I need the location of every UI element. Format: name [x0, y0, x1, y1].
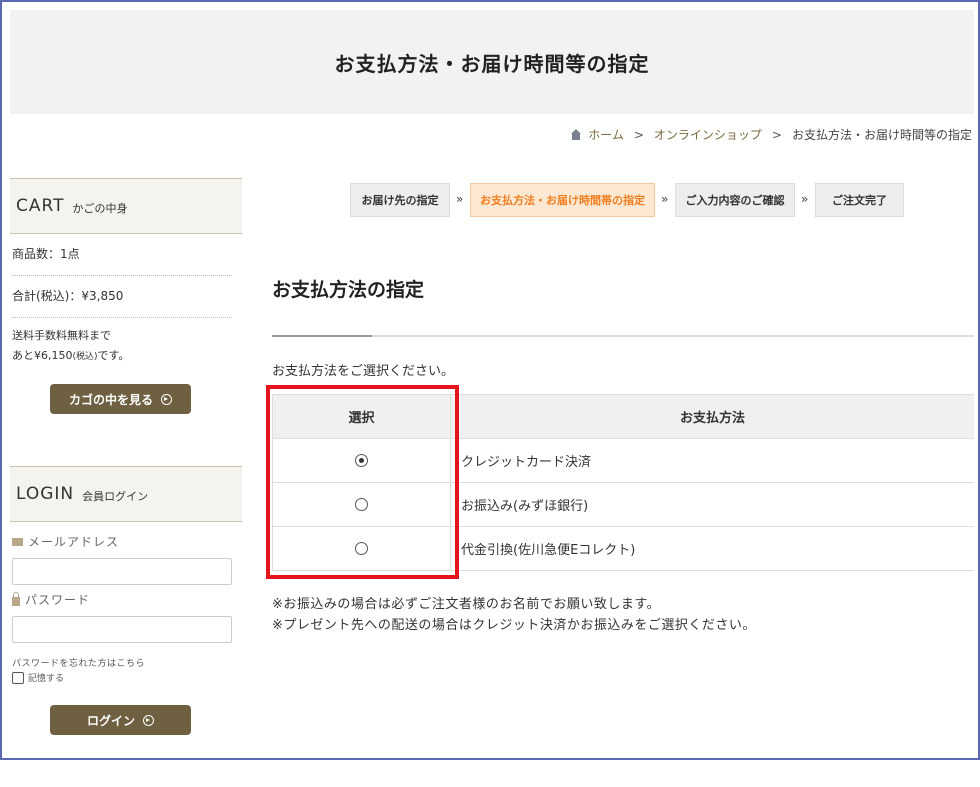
- view-cart-label: カゴの中を見る: [68, 392, 153, 407]
- free-shipping-line1: 送料手数料無料まで: [12, 329, 111, 342]
- table-row[interactable]: お振込み(みずほ銀行): [272, 482, 974, 527]
- divider: [12, 317, 232, 318]
- login-header: LOGIN 会員ログイン: [10, 466, 242, 522]
- envelope-icon: [12, 537, 23, 546]
- password-label: パスワード: [12, 591, 90, 608]
- step-separator: »: [801, 192, 809, 206]
- email-label: メールアドレス: [12, 533, 119, 550]
- step-separator: »: [661, 192, 669, 206]
- email-field[interactable]: [12, 558, 232, 585]
- breadcrumb: ホーム > オンラインショップ > お支払方法・お届け時間等の指定: [570, 126, 972, 143]
- payment-method-table: 選択 お支払方法 クレジットカード決済 お振込み(みずほ銀行) 代金引換(佐川急…: [272, 394, 974, 571]
- cart-total: 合計(税込)：¥3,850: [12, 289, 124, 303]
- select-cell: [272, 482, 451, 527]
- step-confirm: ご入力内容のご確認: [675, 183, 795, 217]
- page-title: お支払方法・お届け時間等の指定: [334, 51, 650, 76]
- header-method: お支払方法: [450, 394, 974, 439]
- password-field[interactable]: [12, 616, 232, 643]
- step-complete: ご注文完了: [815, 183, 904, 217]
- table-row[interactable]: クレジットカード決済: [272, 438, 974, 483]
- select-cell: [272, 438, 451, 483]
- step-separator: »: [456, 192, 464, 206]
- method-label: お振込み(みずほ銀行): [450, 482, 974, 527]
- method-label: クレジットカード決済: [450, 438, 974, 483]
- cart-heading: CART: [16, 196, 65, 216]
- header-select: 選択: [272, 394, 451, 439]
- step-payment-method: お支払方法・お届け時間帯の指定: [470, 183, 655, 217]
- arrow-circle-right-icon: [161, 393, 172, 405]
- breadcrumb-separator: >: [771, 127, 782, 142]
- cart-count: 商品数：1点: [12, 247, 80, 261]
- breadcrumb-separator: >: [633, 127, 644, 142]
- title-band: お支払方法・お届け時間等の指定: [10, 10, 974, 114]
- cart-header: CART かごの中身: [10, 178, 242, 234]
- divider: [12, 275, 232, 276]
- select-cell: [272, 526, 451, 571]
- arrow-circle-right-icon: [143, 714, 154, 726]
- breadcrumb-current: お支払方法・お届け時間等の指定: [791, 128, 972, 142]
- section-title: お支払方法の指定: [272, 279, 425, 301]
- remember-checkbox[interactable]: [12, 671, 24, 684]
- login-button-label: ログイン: [86, 713, 135, 728]
- view-cart-button[interactable]: カゴの中を見る: [50, 384, 191, 414]
- table-row[interactable]: 代金引換(佐川急便Eコレクト): [272, 526, 974, 571]
- note-bank-transfer: ※お振込みの場合は必ずご注文者様のお名前でお願い致します。: [272, 597, 661, 612]
- forgot-password-link[interactable]: パスワードを忘れた方はこちら: [12, 656, 145, 669]
- section-rule-accent: [272, 335, 372, 337]
- login-button[interactable]: ログイン: [50, 705, 191, 735]
- free-shipping-line2: あと¥6,150(税込)です。: [12, 349, 130, 362]
- cart-subheading: かごの中身: [72, 202, 128, 215]
- breadcrumb-home-link[interactable]: ホーム: [588, 126, 624, 143]
- login-heading: LOGIN: [16, 484, 75, 504]
- breadcrumb-shop-link[interactable]: オンラインショップ: [654, 126, 762, 143]
- login-subheading: 会員ログイン: [82, 490, 149, 503]
- payment-radio-bank-transfer[interactable]: [355, 498, 368, 511]
- step-delivery-address: お届け先の指定: [350, 183, 450, 217]
- home-icon: [570, 129, 582, 140]
- remember-me[interactable]: 記憶する: [12, 671, 64, 684]
- table-header-row: 選択 お支払方法: [272, 394, 974, 439]
- note-gift-delivery: ※プレゼント先への配送の場合はクレジット決済かお振込みをご選択ください。: [272, 618, 756, 633]
- method-label: 代金引換(佐川急便Eコレクト): [450, 526, 974, 571]
- remember-label: 記憶する: [28, 674, 65, 684]
- payment-radio-cod[interactable]: [355, 542, 368, 555]
- payment-radio-credit[interactable]: [355, 454, 368, 467]
- page-frame: お支払方法・お届け時間等の指定 ホーム > オンラインショップ > お支払方法・…: [0, 0, 980, 760]
- section-rule: [272, 335, 974, 337]
- instruction-text: お支払方法をご選択ください。: [272, 364, 455, 379]
- lock-icon: [12, 591, 20, 606]
- free-shipping-note: 送料手数料無料まで あと¥6,150(税込)です。: [12, 326, 129, 367]
